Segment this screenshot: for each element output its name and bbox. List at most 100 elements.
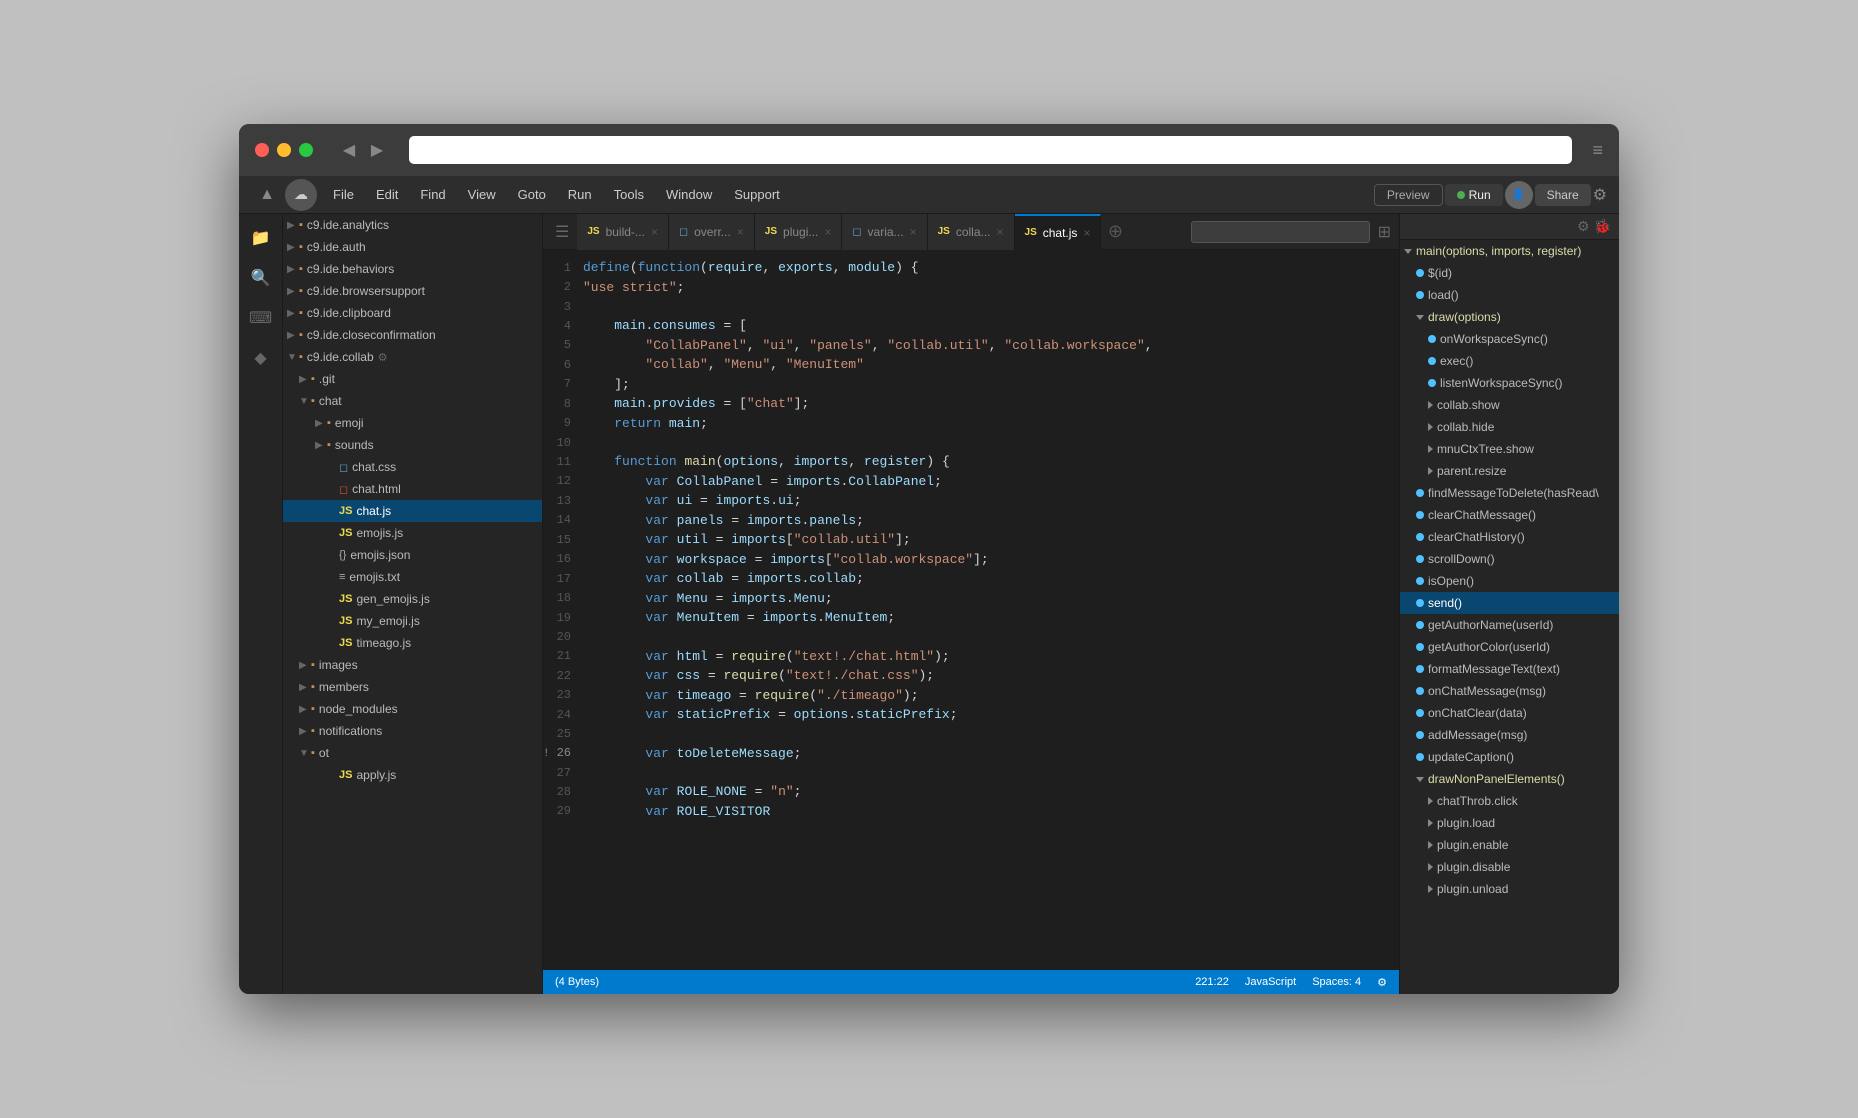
code-editor[interactable]: 1 define(function(require, exports, modu… xyxy=(543,250,1399,970)
share-button[interactable]: Share xyxy=(1535,184,1591,206)
tree-item[interactable]: ▶ JS emojis.js xyxy=(283,522,542,544)
outline-item[interactable]: listenWorkspaceSync() xyxy=(1400,372,1619,394)
new-tab-button[interactable]: ⊕ xyxy=(1101,218,1129,246)
tab-chat-js[interactable]: JS chat.js × xyxy=(1015,214,1102,250)
status-gear-icon[interactable]: ⚙ xyxy=(1377,976,1387,989)
outline-item[interactable]: exec() xyxy=(1400,350,1619,372)
tree-item[interactable]: ▶ ▪ images xyxy=(283,654,542,676)
tree-item[interactable]: ▶ ▪ c9.ide.closeconfirmation xyxy=(283,324,542,346)
back-button[interactable]: ◀ xyxy=(337,138,361,162)
outline-item[interactable]: getAuthorColor(userId) xyxy=(1400,636,1619,658)
tab-overr[interactable]: ◻ overr... × xyxy=(669,214,755,250)
tree-item[interactable]: ▶ ▪ .git xyxy=(283,368,542,390)
layout-icon[interactable]: ⊞ xyxy=(1378,222,1391,242)
outline-bug-icon[interactable]: 🐞 xyxy=(1594,218,1611,235)
files-icon[interactable]: 📁 xyxy=(245,222,277,254)
outline-item[interactable]: draw(options) xyxy=(1400,306,1619,328)
tab-close-icon[interactable]: × xyxy=(1083,226,1090,240)
outline-item[interactable]: findMessageToDelete(hasRead\ xyxy=(1400,482,1619,504)
preview-button[interactable]: Preview xyxy=(1374,184,1443,206)
tab-menu-icon[interactable]: ☰ xyxy=(547,222,577,242)
menu-find[interactable]: Find xyxy=(410,183,455,206)
menu-file[interactable]: File xyxy=(323,183,364,206)
tree-item[interactable]: ▶ JS gen_emojis.js xyxy=(283,588,542,610)
tree-item[interactable]: ▶ ▪ c9.ide.clipboard xyxy=(283,302,542,324)
outline-item[interactable]: $(id) xyxy=(1400,262,1619,284)
outline-item[interactable]: onWorkspaceSync() xyxy=(1400,328,1619,350)
tree-item[interactable]: ▶ ▪ c9.ide.analytics xyxy=(283,214,542,236)
settings-icon[interactable]: ⚙ xyxy=(1593,185,1607,205)
tree-item[interactable]: ▶ JS apply.js xyxy=(283,764,542,786)
outline-settings-icon[interactable]: ⚙ xyxy=(1577,218,1590,235)
tab-close-icon[interactable]: × xyxy=(910,225,917,239)
tree-item[interactable]: ▶ ▪ c9.ide.behaviors xyxy=(283,258,542,280)
outline-item[interactable]: plugin.disable xyxy=(1400,856,1619,878)
outline-item[interactable]: plugin.enable xyxy=(1400,834,1619,856)
collapse-icon[interactable]: ▲ xyxy=(251,179,283,211)
tab-colla[interactable]: JS colla... × xyxy=(928,214,1015,250)
outline-item[interactable]: drawNonPanelElements() xyxy=(1400,768,1619,790)
tree-item[interactable]: ▶ ◻ chat.css xyxy=(283,456,542,478)
tree-item[interactable]: ▶ ▪ sounds xyxy=(283,434,542,456)
outline-item[interactable]: addMessage(msg) xyxy=(1400,724,1619,746)
tab-close-icon[interactable]: × xyxy=(997,225,1004,239)
outline-item[interactable]: main(options, imports, register) xyxy=(1400,240,1619,262)
outline-item[interactable]: chatThrob.click xyxy=(1400,790,1619,812)
tab-plugi[interactable]: JS plugi... × xyxy=(755,214,843,250)
cloud-icon[interactable]: ☁ xyxy=(285,179,317,211)
tree-item[interactable]: ▶ JS timeago.js xyxy=(283,632,542,654)
outline-item[interactable]: plugin.unload xyxy=(1400,878,1619,900)
tree-item[interactable]: ▼ ▪ chat xyxy=(283,390,542,412)
tree-item[interactable]: ▶ ▪ notifications xyxy=(283,720,542,742)
outline-item-send[interactable]: send() xyxy=(1400,592,1619,614)
tree-item[interactable]: ▶ ≡ emojis.txt xyxy=(283,566,542,588)
tree-item[interactable]: ▶ ◻ chat.html xyxy=(283,478,542,500)
minimize-button[interactable] xyxy=(277,143,291,157)
outline-item[interactable]: collab.show xyxy=(1400,394,1619,416)
outline-item[interactable]: scrollDown() xyxy=(1400,548,1619,570)
menu-support[interactable]: Support xyxy=(724,183,790,206)
avatar[interactable]: 👤 xyxy=(1505,181,1533,209)
tab-close-icon[interactable]: × xyxy=(737,225,744,239)
tree-item[interactable]: ▶ ▪ members xyxy=(283,676,542,698)
tree-item[interactable]: ▶ JS my_emoji.js xyxy=(283,610,542,632)
tree-item[interactable]: ▶ ▪ c9.ide.auth xyxy=(283,236,542,258)
outline-item[interactable]: collab.hide xyxy=(1400,416,1619,438)
menu-edit[interactable]: Edit xyxy=(366,183,408,206)
bookmark-icon[interactable]: ◆ xyxy=(245,342,277,374)
menu-run[interactable]: Run xyxy=(558,183,602,206)
outline-item[interactable]: onChatClear(data) xyxy=(1400,702,1619,724)
menu-view[interactable]: View xyxy=(458,183,506,206)
outline-item[interactable]: onChatMessage(msg) xyxy=(1400,680,1619,702)
run-button[interactable]: Run xyxy=(1445,184,1503,206)
outline-item[interactable]: clearChatHistory() xyxy=(1400,526,1619,548)
close-button[interactable] xyxy=(255,143,269,157)
tree-item[interactable]: ▶ ▪ c9.ide.browsersupport xyxy=(283,280,542,302)
search-icon[interactable]: 🔍 xyxy=(245,262,277,294)
address-bar[interactable] xyxy=(409,136,1572,164)
tree-item[interactable]: ▶ ▪ emoji xyxy=(283,412,542,434)
outline-item[interactable]: isOpen() xyxy=(1400,570,1619,592)
keyboard-icon[interactable]: ⌨ xyxy=(245,302,277,334)
outline-item[interactable]: mnuCtxTree.show xyxy=(1400,438,1619,460)
tree-item[interactable]: ▼ ▪ ot xyxy=(283,742,542,764)
outline-item[interactable]: formatMessageText(text) xyxy=(1400,658,1619,680)
menu-goto[interactable]: Goto xyxy=(508,183,556,206)
tree-item[interactable]: ▶ {} emojis.json xyxy=(283,544,542,566)
tab-varia[interactable]: ◻ varia... × xyxy=(842,214,927,250)
menu-tools[interactable]: Tools xyxy=(604,183,654,206)
forward-button[interactable]: ▶ xyxy=(365,138,389,162)
search-input[interactable] xyxy=(1191,221,1370,243)
tab-close-icon[interactable]: × xyxy=(651,225,658,239)
outline-item[interactable]: load() xyxy=(1400,284,1619,306)
outline-item[interactable]: plugin.load xyxy=(1400,812,1619,834)
tree-item[interactable]: ▼ ▪ c9.ide.collab ⚙ xyxy=(283,346,542,368)
tab-build[interactable]: JS build-... × xyxy=(577,214,669,250)
outline-item[interactable]: getAuthorName(userId) xyxy=(1400,614,1619,636)
menu-window[interactable]: Window xyxy=(656,183,722,206)
maximize-button[interactable] xyxy=(299,143,313,157)
tree-item-active[interactable]: ▶ JS chat.js xyxy=(283,500,542,522)
outline-item[interactable]: updateCaption() xyxy=(1400,746,1619,768)
tab-close-icon[interactable]: × xyxy=(824,225,831,239)
tree-item[interactable]: ▶ ▪ node_modules xyxy=(283,698,542,720)
